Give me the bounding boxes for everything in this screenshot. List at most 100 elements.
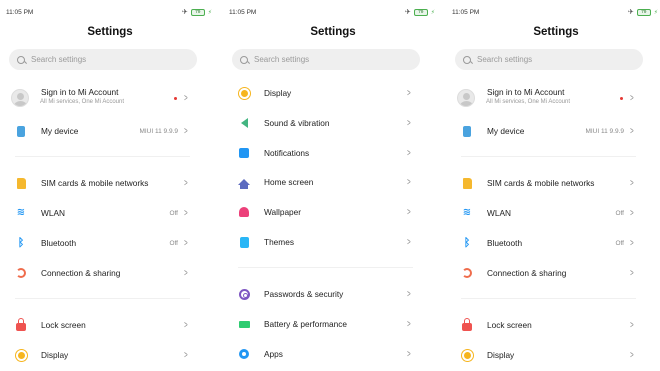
chevron-right-icon: > — [407, 288, 411, 300]
sound-icon — [238, 117, 250, 129]
avatar — [457, 89, 475, 107]
status-time: 11:05 PM — [229, 9, 257, 16]
display-row[interactable]: Display > — [446, 342, 646, 368]
chevron-right-icon: > — [630, 125, 634, 137]
chevron-right-icon: > — [407, 117, 411, 129]
lock-screen-row[interactable]: Lock screen > — [446, 312, 646, 338]
settings-panel-2: 11:05 PM ✈ 79 ⚡ Settings Search settings… — [223, 0, 443, 371]
charging-icon: ⚡ — [653, 9, 658, 16]
wlan-label: WLAN — [487, 208, 511, 218]
wallpaper-row[interactable]: Wallpaper > — [223, 199, 423, 225]
status-time: 11:05 PM — [6, 9, 34, 16]
battery-row[interactable]: Battery & performance > — [223, 311, 423, 337]
sound-row[interactable]: Sound & vibration > — [223, 110, 423, 136]
chevron-right-icon: > — [630, 267, 634, 279]
search-placeholder: Search settings — [31, 55, 87, 64]
connection-icon — [15, 267, 27, 279]
sim-icon — [15, 177, 27, 189]
apps-icon — [238, 348, 250, 360]
display-row[interactable]: Display > — [0, 342, 200, 368]
home-screen-label: Home screen — [264, 177, 314, 187]
themes-row[interactable]: Themes > — [223, 229, 423, 255]
wifi-icon: ≋ — [16, 207, 26, 218]
connection-row[interactable]: Connection & sharing > — [446, 260, 646, 286]
battery-label: Battery & performance — [264, 319, 348, 329]
my-device-row[interactable]: My device MIUI 11 9.9.9 > — [446, 118, 646, 144]
notification-icon — [238, 147, 250, 159]
sound-label: Sound & vibration — [264, 118, 330, 128]
wlan-value: Off — [615, 209, 624, 217]
divider — [461, 298, 636, 299]
sun-icon — [461, 349, 473, 361]
account-label: Sign in to Mi Account — [41, 87, 119, 97]
wlan-row[interactable]: ≋ WLAN Off > — [446, 200, 646, 226]
chevron-right-icon: > — [184, 207, 188, 219]
page-title: Settings — [310, 26, 356, 38]
wlan-row[interactable]: ≋ WLAN Off > — [0, 200, 200, 226]
search-input[interactable]: Search settings — [232, 49, 420, 70]
wifi-icon: ≋ — [462, 207, 472, 218]
account-sub: All Mi services, One Mi Account — [486, 99, 571, 105]
wallpaper-label: Wallpaper — [264, 207, 302, 217]
display-row[interactable]: Display > — [223, 80, 423, 106]
status-time: 11:05 PM — [452, 9, 480, 16]
chevron-right-icon: > — [407, 147, 411, 159]
battery-icon — [238, 318, 250, 330]
display-label: Display — [264, 88, 292, 98]
bluetooth-icon: ᛒ — [463, 236, 471, 249]
signal-icon: ✈ — [181, 9, 188, 16]
divider — [15, 298, 190, 299]
chevron-right-icon: > — [184, 267, 188, 279]
display-label: Display — [41, 350, 69, 360]
password-icon — [238, 288, 250, 300]
sun-icon — [15, 349, 27, 361]
chevron-right-icon: > — [630, 319, 634, 331]
themes-icon — [238, 236, 250, 248]
wlan-value: Off — [169, 209, 178, 217]
search-icon — [240, 55, 248, 64]
bluetooth-value: Off — [169, 239, 178, 247]
settings-panel-3: 11:05 PM ✈ 79 ⚡ Settings Search settings… — [446, 0, 660, 371]
account-sub: All Mi services, One Mi Account — [40, 99, 125, 105]
my-device-row[interactable]: My device MIUI 11 9.9.9 > — [0, 118, 200, 144]
connection-row[interactable]: Connection & sharing > — [0, 260, 200, 286]
bluetooth-row[interactable]: ᛒ Bluetooth Off > — [0, 230, 200, 256]
chevron-right-icon: > — [184, 319, 188, 331]
lock-icon — [15, 317, 27, 331]
divider — [15, 156, 190, 157]
notifications-label: Notifications — [264, 148, 310, 158]
passwords-row[interactable]: Passwords & security > — [223, 281, 423, 307]
search-icon — [463, 55, 471, 64]
mi-account-row[interactable]: Sign in to Mi Account All Mi services, O… — [446, 85, 646, 111]
lock-icon — [461, 317, 473, 331]
bluetooth-row[interactable]: ᛒ Bluetooth Off > — [446, 230, 646, 256]
sun-icon — [238, 87, 250, 99]
page-title: Settings — [87, 26, 133, 38]
notification-dot — [174, 96, 177, 100]
search-input[interactable]: Search settings — [455, 49, 643, 70]
connection-label: Connection & sharing — [41, 268, 121, 278]
avatar — [11, 89, 29, 107]
chevron-right-icon: > — [407, 318, 411, 330]
sim-label: SIM cards & mobile networks — [487, 178, 595, 188]
notifications-row[interactable]: Notifications > — [223, 140, 423, 166]
battery-level: 79 — [413, 8, 428, 16]
status-bar: 11:05 PM ✈ 79 ⚡ — [6, 8, 212, 19]
chevron-right-icon: > — [407, 206, 411, 218]
bluetooth-label: Bluetooth — [41, 238, 77, 248]
chevron-right-icon: > — [184, 349, 188, 361]
connection-label: Connection & sharing — [487, 268, 567, 278]
search-input[interactable]: Search settings — [9, 49, 197, 70]
home-screen-row[interactable]: Home screen > — [223, 169, 423, 195]
sim-row[interactable]: SIM cards & mobile networks > — [0, 170, 200, 196]
page-title: Settings — [533, 26, 579, 38]
apps-row[interactable]: Apps > — [223, 341, 423, 367]
chevron-right-icon: > — [630, 207, 634, 219]
chevron-right-icon: > — [407, 236, 411, 248]
lock-screen-row[interactable]: Lock screen > — [0, 312, 200, 338]
mi-account-row[interactable]: Sign in to Mi Account All Mi services, O… — [0, 85, 200, 111]
wallpaper-icon — [238, 206, 250, 218]
sim-row[interactable]: SIM cards & mobile networks > — [446, 170, 646, 196]
sim-label: SIM cards & mobile networks — [41, 178, 149, 188]
my-device-label: My device — [487, 126, 525, 136]
